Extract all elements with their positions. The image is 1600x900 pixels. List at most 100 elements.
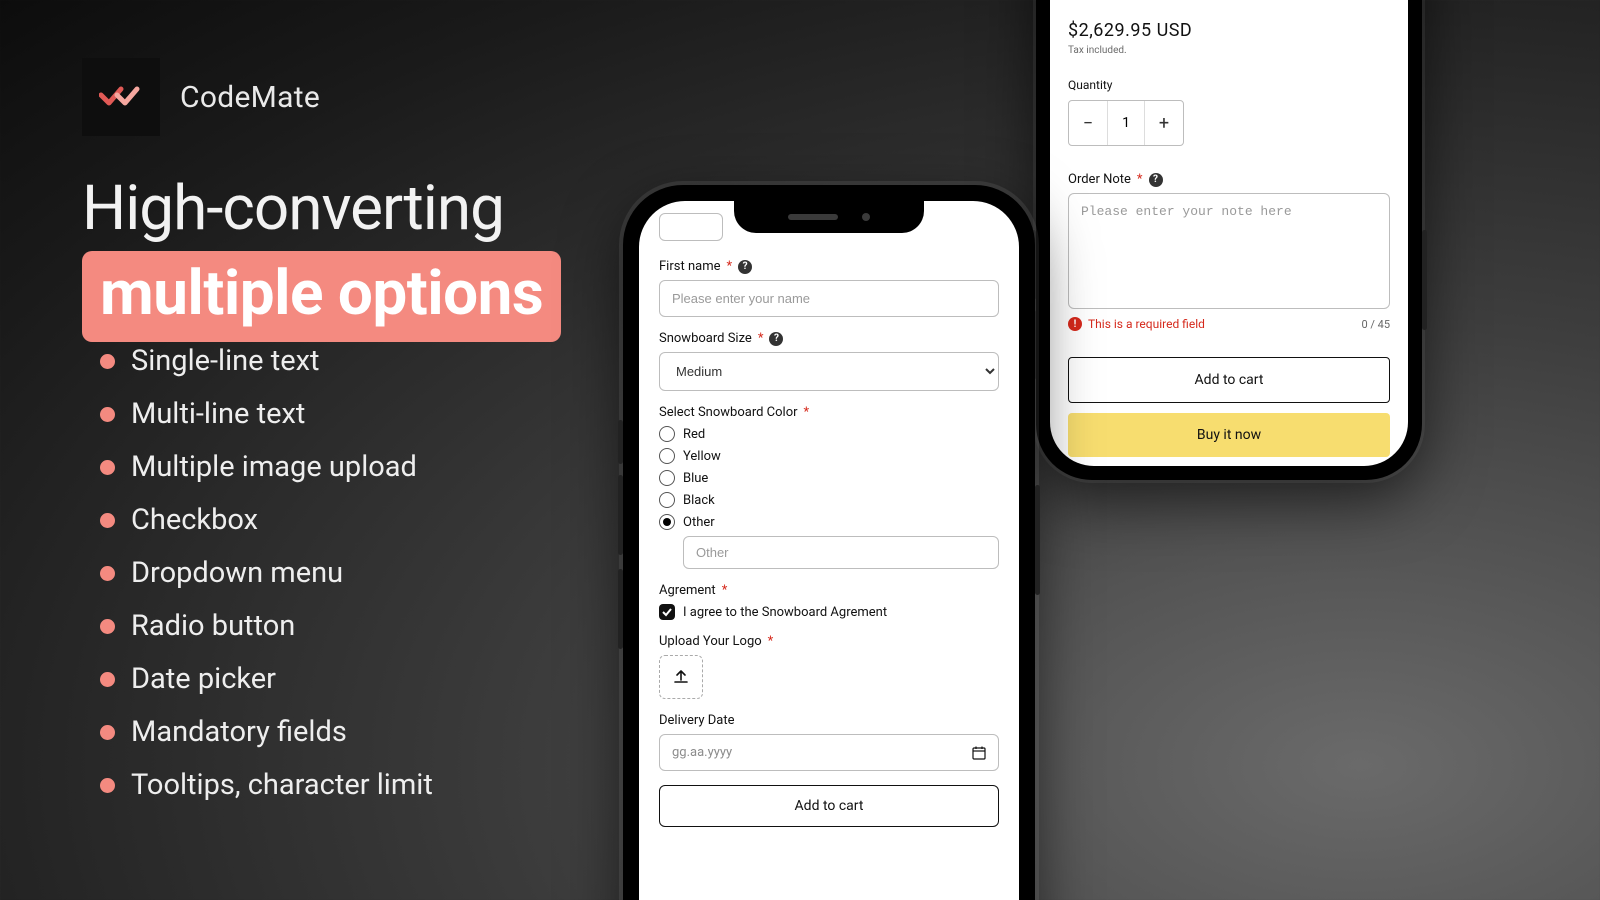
first-name-input[interactable] (659, 280, 999, 317)
error-text: This is a required field (1088, 317, 1205, 331)
feature-label: Date picker (131, 662, 276, 696)
list-item: Checkbox (100, 503, 433, 537)
buy-now-button[interactable]: Buy it now (1068, 413, 1390, 457)
list-item: Mandatory fields (100, 715, 433, 749)
feature-label: Radio button (131, 609, 295, 643)
price: $2,629.95 USD (1068, 20, 1390, 41)
bullet-icon (100, 778, 115, 793)
radio-option-black[interactable]: Black (659, 492, 999, 508)
help-icon[interactable]: ? (769, 332, 783, 346)
phone-mockup-checkout: $2,629.95 USD Tax included. Quantity − 1… (1036, 0, 1422, 480)
radio-icon (659, 492, 675, 508)
phone-mockup-form: First name* ? Snowboard Size* ? Medium S… (623, 185, 1035, 900)
list-item: Dropdown menu (100, 556, 433, 590)
radio-option-yellow[interactable]: Yellow (659, 448, 999, 464)
list-item: Single-line text (100, 344, 433, 378)
add-to-cart-button[interactable]: Add to cart (659, 785, 999, 827)
agreement-label: Agrement* (659, 583, 999, 598)
feature-label: Multi-line text (131, 397, 305, 431)
cutoff-field (659, 213, 723, 241)
radio-icon (659, 470, 675, 486)
bullet-icon (100, 672, 115, 687)
agreement-checkbox-row[interactable]: I agree to the Snowboard Agrement (659, 604, 999, 620)
label-text: Delivery Date (659, 713, 735, 728)
quantity-label: Quantity (1068, 78, 1390, 92)
delivery-date-input[interactable]: gg.aa.yyyy (659, 734, 999, 771)
quantity-decrease-button[interactable]: − (1069, 101, 1107, 145)
label-text: First name (659, 259, 720, 274)
radio-icon (659, 448, 675, 464)
quantity-value: 1 (1107, 101, 1145, 145)
feature-label: Tooltips, character limit (131, 768, 433, 802)
other-color-input[interactable] (683, 536, 999, 569)
size-label: Snowboard Size* ? (659, 331, 999, 346)
quantity-stepper[interactable]: − 1 + (1068, 100, 1184, 146)
bullet-icon (100, 725, 115, 740)
headline: High-converting multiple options (82, 172, 561, 342)
upload-label: Upload Your Logo* (659, 634, 999, 649)
help-icon[interactable]: ? (738, 260, 752, 274)
bullet-icon (100, 407, 115, 422)
first-name-label: First name* ? (659, 259, 999, 274)
label-text: Upload Your Logo (659, 634, 762, 649)
radio-icon (659, 514, 675, 530)
phone-screen: First name* ? Snowboard Size* ? Medium S… (639, 201, 1019, 900)
radio-label: Other (683, 515, 715, 530)
order-note-input[interactable] (1068, 193, 1390, 309)
radio-label: Yellow (683, 449, 721, 464)
upload-icon (672, 668, 690, 686)
headline-line-1: High-converting (82, 172, 561, 245)
tax-note: Tax included. (1068, 45, 1390, 56)
feature-label: Multiple image upload (131, 450, 417, 484)
bullet-icon (100, 619, 115, 634)
radio-label: Black (683, 493, 715, 508)
quantity-increase-button[interactable]: + (1145, 101, 1183, 145)
phone-side-button (1035, 485, 1040, 595)
feature-label: Single-line text (131, 344, 319, 378)
delivery-date-label: Delivery Date (659, 713, 999, 728)
bullet-icon (100, 513, 115, 528)
brand: CodeMate (82, 58, 320, 136)
label-text: Order Note (1068, 172, 1131, 187)
headline-highlight: multiple options (82, 251, 561, 342)
size-select[interactable]: Medium (659, 352, 999, 391)
bullet-icon (100, 566, 115, 581)
list-item: Multi-line text (100, 397, 433, 431)
help-icon[interactable]: ? (1149, 173, 1163, 187)
radio-label: Red (683, 427, 705, 442)
feature-list: Single-line text Multi-line text Multipl… (100, 344, 433, 821)
radio-option-other[interactable]: Other (659, 514, 999, 530)
list-item: Multiple image upload (100, 450, 433, 484)
brand-name: CodeMate (180, 80, 320, 115)
checkbox-icon (659, 604, 675, 620)
phone-side-button (618, 475, 623, 555)
phone-side-button (618, 420, 623, 464)
feature-label: Checkbox (131, 503, 258, 537)
headline-line-2: multiple options (100, 257, 543, 330)
list-item: Radio button (100, 609, 433, 643)
list-item: Date picker (100, 662, 433, 696)
feature-label: Dropdown menu (131, 556, 343, 590)
upload-button[interactable] (659, 655, 703, 699)
color-label: Select Snowboard Color* (659, 405, 999, 420)
error-icon: ! (1068, 317, 1082, 331)
add-to-cart-button[interactable]: Add to cart (1068, 357, 1390, 403)
checkbox-label: I agree to the Snowboard Agrement (683, 605, 887, 620)
phone-side-button (618, 569, 623, 649)
char-count: 0 / 45 (1361, 318, 1390, 331)
bullet-icon (100, 460, 115, 475)
list-item: Tooltips, character limit (100, 768, 433, 802)
feature-label: Mandatory fields (131, 715, 347, 749)
date-placeholder: gg.aa.yyyy (672, 745, 732, 760)
phone-side-button (1422, 230, 1427, 330)
calendar-icon (972, 746, 986, 760)
radio-icon (659, 426, 675, 442)
bullet-icon (100, 354, 115, 369)
logo-icon (82, 58, 160, 136)
radio-option-red[interactable]: Red (659, 426, 999, 442)
label-text: Select Snowboard Color (659, 405, 798, 420)
phone-screen: $2,629.95 USD Tax included. Quantity − 1… (1050, 0, 1408, 466)
phone-notch (734, 201, 924, 233)
radio-option-blue[interactable]: Blue (659, 470, 999, 486)
order-note-label: Order Note* ? (1068, 172, 1390, 187)
